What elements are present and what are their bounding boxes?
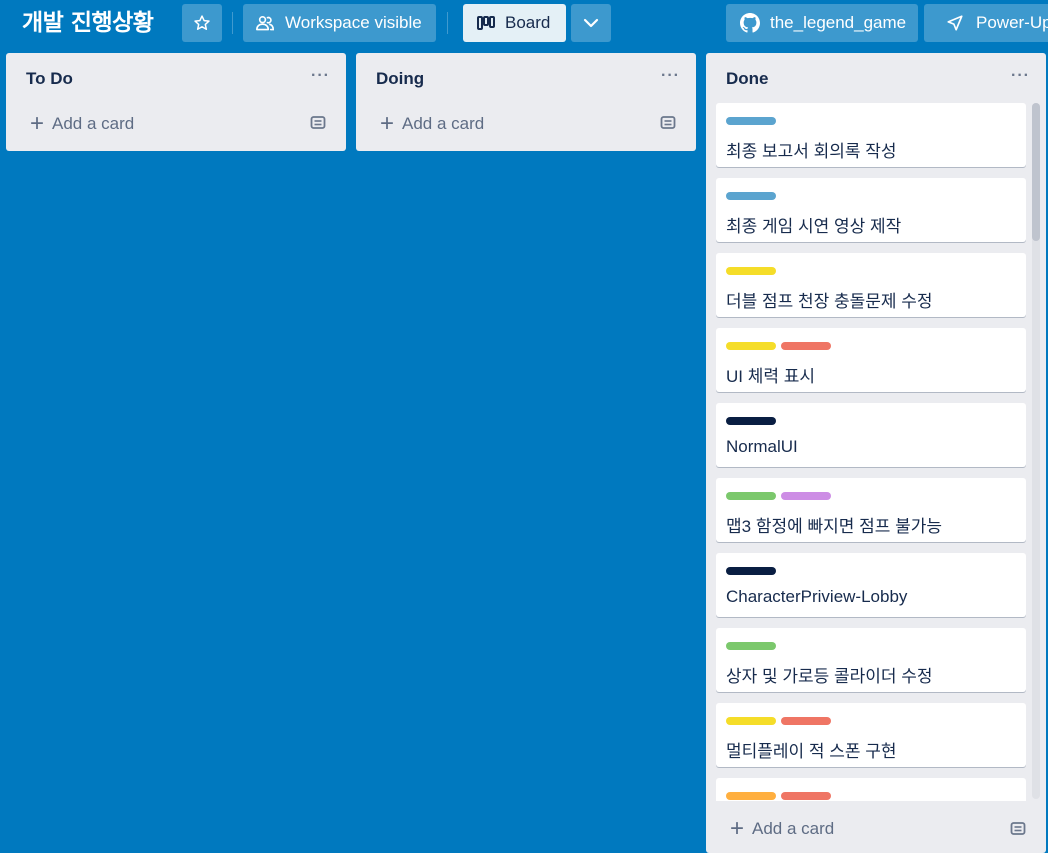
- github-icon: [740, 13, 760, 33]
- card-labels: [726, 342, 831, 350]
- card[interactable]: 최종 보고서 회의록 작성: [716, 103, 1026, 167]
- card-title: 상자 및 가로등 콜라이더 수정: [726, 667, 933, 686]
- card-labels: [726, 417, 776, 425]
- card-label[interactable]: [726, 717, 776, 725]
- add-card-label: Add a card: [52, 114, 135, 133]
- card[interactable]: 맵3 함정에 빠지면 점프 불가능: [716, 478, 1026, 542]
- card[interactable]: 멀티플레이 적 스폰 구현: [716, 703, 1026, 767]
- card-label[interactable]: [781, 342, 831, 350]
- card-label[interactable]: [726, 492, 776, 500]
- list-menu-button[interactable]: ···: [661, 67, 680, 85]
- workspace-visibility-button[interactable]: Workspace visible: [243, 4, 436, 42]
- card-label[interactable]: [781, 717, 831, 725]
- card[interactable]: NormalUI: [716, 403, 1026, 467]
- card[interactable]: [716, 778, 1026, 801]
- add-card-label: Add a card: [752, 819, 835, 838]
- board-view-icon: [477, 16, 495, 30]
- card-title: NormalUI: [726, 437, 798, 456]
- list-scrollbar-thumb[interactable]: [1032, 103, 1040, 241]
- card-labels: [726, 567, 776, 575]
- workspace-visibility-label: Workspace visible: [285, 13, 422, 32]
- card-label[interactable]: [726, 267, 776, 275]
- card-label[interactable]: [726, 117, 776, 125]
- workspace-icon: [256, 16, 275, 31]
- add-card-button[interactable]: + Add a card: [730, 816, 834, 842]
- card-title: 더블 점프 천장 충돌문제 수정: [726, 292, 933, 311]
- star-button[interactable]: [182, 4, 222, 42]
- card-labels: [726, 642, 776, 650]
- card-label[interactable]: [726, 792, 776, 800]
- list-done: Done ··· 최종 보고서 회의록 작성최종 게임 시연 영상 제작더블 점…: [706, 53, 1046, 853]
- card-label[interactable]: [726, 567, 776, 575]
- card[interactable]: CharacterPriview-Lobby: [716, 553, 1026, 617]
- done-card-list: 최종 보고서 회의록 작성최종 게임 시연 영상 제작더블 점프 천장 충돌문제…: [716, 101, 1028, 801]
- add-card-button[interactable]: + Add a card: [30, 111, 134, 137]
- card-labels: [726, 717, 831, 725]
- plus-icon: +: [730, 815, 745, 842]
- card[interactable]: 더블 점프 천장 충돌문제 수정: [716, 253, 1026, 317]
- card-labels: [726, 117, 776, 125]
- github-powerup-button[interactable]: the_legend_game: [726, 4, 918, 42]
- list-doing: Doing ··· + Add a card: [356, 53, 696, 151]
- list-menu-button[interactable]: ···: [1011, 67, 1030, 85]
- list-title[interactable]: To Do: [26, 69, 73, 89]
- card-title: CharacterPriview-Lobby: [726, 587, 908, 606]
- board-view-label: Board: [505, 13, 551, 32]
- card-label[interactable]: [726, 642, 776, 650]
- rocket-icon: [947, 15, 963, 31]
- card-label[interactable]: [726, 342, 776, 350]
- list-title[interactable]: Doing: [376, 69, 424, 89]
- card-label[interactable]: [726, 192, 776, 200]
- card-title: 맵3 함정에 빠지면 점프 불가능: [726, 517, 943, 536]
- card-template-icon[interactable]: [659, 115, 677, 131]
- card[interactable]: 최종 게임 시연 영상 제작: [716, 178, 1026, 242]
- header-divider: [447, 12, 448, 34]
- header-divider: [232, 12, 233, 34]
- board-title[interactable]: 개발 진행상황: [22, 7, 154, 39]
- plus-icon: +: [30, 110, 45, 137]
- board-header: 개발 진행상황 Workspace visible Board the_lege…: [0, 0, 1048, 48]
- add-card-label: Add a card: [402, 114, 485, 133]
- add-card-button[interactable]: + Add a card: [380, 111, 484, 137]
- github-repo-label: the_legend_game: [770, 13, 907, 32]
- list-scrollbar[interactable]: [1032, 103, 1040, 799]
- card-label[interactable]: [781, 492, 831, 500]
- card[interactable]: 상자 및 가로등 콜라이더 수정: [716, 628, 1026, 692]
- board-view-button[interactable]: Board: [463, 4, 566, 42]
- powerups-label: Power-Ups: [976, 13, 1048, 32]
- card[interactable]: UI 체력 표시: [716, 328, 1026, 392]
- card-title: 최종 보고서 회의록 작성: [726, 142, 897, 161]
- card-title: 멀티플레이 적 스폰 구현: [726, 742, 897, 761]
- card-label[interactable]: [781, 792, 831, 800]
- card-labels: [726, 492, 831, 500]
- plus-icon: +: [380, 110, 395, 137]
- card-labels: [726, 192, 776, 200]
- powerups-button[interactable]: Power-Ups: [924, 4, 1048, 42]
- list-title[interactable]: Done: [726, 69, 769, 89]
- list-menu-button[interactable]: ···: [311, 67, 330, 85]
- card-title: 최종 게임 시연 영상 제작: [726, 217, 902, 236]
- card-labels: [726, 792, 831, 800]
- chevron-down-icon: [583, 18, 599, 28]
- list-todo: To Do ··· + Add a card: [6, 53, 346, 151]
- star-icon: [194, 15, 210, 30]
- card-template-icon[interactable]: [309, 115, 327, 131]
- card-label[interactable]: [726, 417, 776, 425]
- card-labels: [726, 267, 776, 275]
- card-template-icon[interactable]: [1009, 821, 1027, 837]
- card-title: UI 체력 표시: [726, 367, 816, 386]
- view-switcher-button[interactable]: [571, 4, 611, 42]
